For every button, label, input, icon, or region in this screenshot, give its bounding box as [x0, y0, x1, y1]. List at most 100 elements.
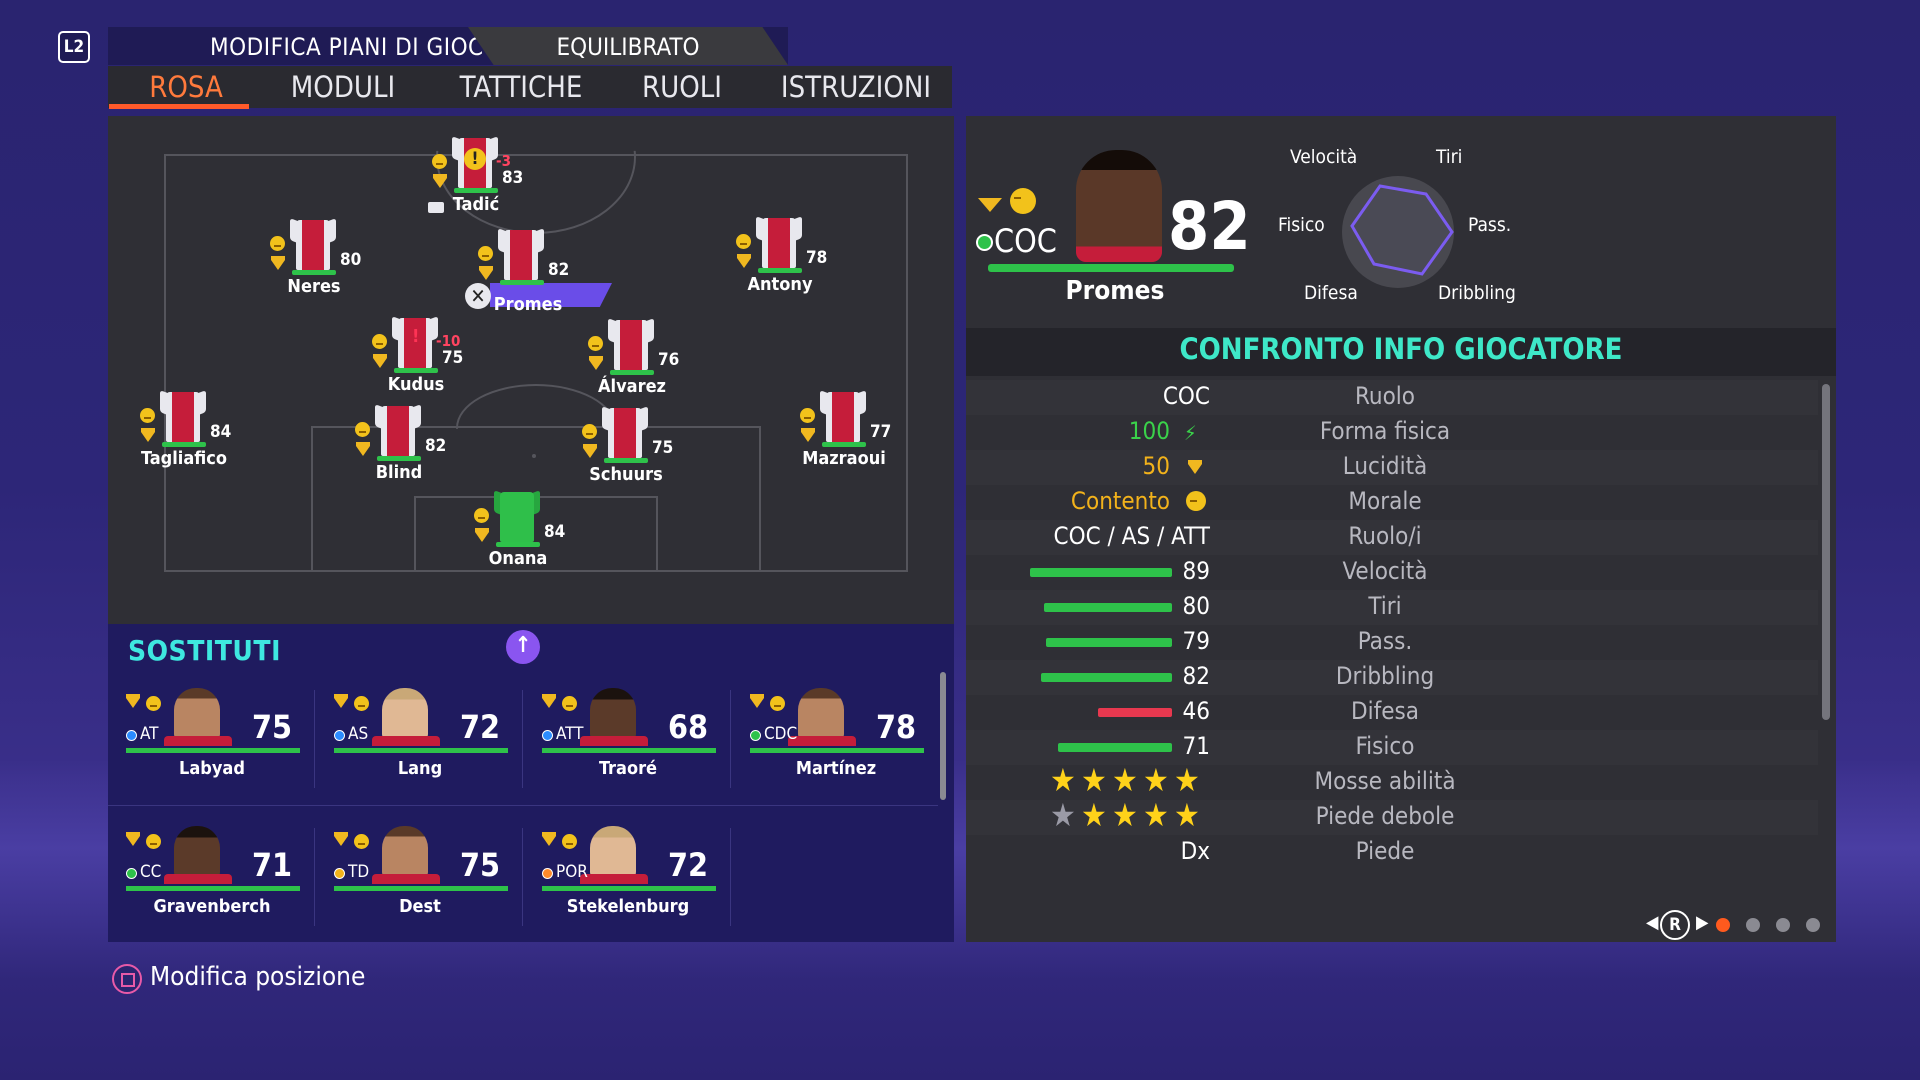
rating-bar [758, 268, 802, 273]
star-icon: ★ [1143, 761, 1169, 799]
sub-position: AT [140, 724, 159, 744]
rating-penalty-badge: -10 [436, 332, 461, 350]
tab-ruoli[interactable]: RUOLI [622, 70, 742, 104]
sharpness-icon [542, 832, 556, 846]
sub-rating: 75 [252, 708, 293, 746]
compare-row-label: Morale [1348, 487, 1422, 515]
pager-dot-2[interactable] [1746, 918, 1760, 932]
game-plan-mode[interactable]: EQUILIBRATO [468, 27, 788, 65]
star-icon: ★ [1112, 761, 1138, 799]
pitch-player[interactable]: 78 Antony [736, 210, 856, 320]
kit-collar [580, 874, 648, 884]
compare-row-value: 79 [1182, 627, 1210, 655]
position-dot-icon [334, 730, 345, 741]
morale-happy-icon [1010, 188, 1036, 214]
sub-player-card[interactable]: AS 72 Lang [320, 688, 520, 798]
morale-icon [562, 834, 577, 849]
pitch-player[interactable]: 77 Mazraoui [800, 384, 920, 494]
compare-row-value: 80 [1182, 592, 1210, 620]
sub-player-card[interactable]: POR 72 Stekelenburg [528, 826, 728, 936]
pitch-player[interactable]: 80 Neres [270, 212, 390, 322]
r-stick-icon[interactable]: R [1660, 910, 1690, 940]
sub-player-card[interactable]: AT 75 Labyad [112, 688, 312, 798]
subs-scrollbar[interactable] [940, 672, 946, 800]
card-position: COC [994, 222, 1057, 260]
player-portrait [590, 826, 636, 878]
compare-row-label: Forma fisica [1319, 417, 1451, 445]
morale-icon [270, 236, 285, 251]
sharpness-icon [589, 356, 603, 370]
player-rating: 83 [502, 168, 524, 188]
compare-row-label: Ruolo/i [1348, 522, 1422, 550]
position-dot-icon [126, 730, 137, 741]
morale-icon [562, 696, 577, 711]
morale-icon [432, 154, 447, 169]
player-rating: 76 [658, 350, 680, 370]
compare-scrollbar[interactable] [1822, 384, 1830, 720]
compare-row-label: Dribbling [1335, 662, 1435, 690]
rating-bar [542, 886, 716, 891]
tab-istruzioni[interactable]: ISTRUZIONI [776, 70, 936, 104]
morale-icon [146, 696, 161, 711]
footer-action-label[interactable]: Modifica posizione [150, 962, 365, 992]
sub-divider [522, 828, 523, 926]
rating-bar [162, 442, 206, 447]
compare-row-value: COC [1162, 382, 1210, 410]
compare-row-value: 100 [1128, 417, 1170, 445]
player-name: Neres [287, 276, 341, 297]
sub-player-card[interactable]: CC 71 Gravenberch [112, 826, 312, 936]
sharpness-gem-icon [1188, 460, 1202, 474]
player-portrait [382, 688, 428, 740]
sub-rating: 71 [252, 846, 293, 884]
star-icon: ★ [1174, 796, 1200, 834]
kit-collar [164, 736, 232, 746]
pager-left-arrow-icon[interactable]: ◀ [1646, 912, 1658, 933]
player-name: Tadić [452, 194, 500, 215]
pager-dot-4[interactable] [1806, 918, 1820, 932]
morale-icon [140, 408, 155, 423]
player-rating: 75 [442, 348, 464, 368]
stat-bar [1046, 638, 1172, 647]
morale-icon [372, 334, 387, 349]
sub-position: AS [348, 724, 369, 744]
pitch-player[interactable]: 82 Promes [478, 222, 598, 332]
kit-shirt-icon [494, 486, 540, 542]
pager-dot-1[interactable] [1716, 918, 1730, 932]
pitch-player[interactable]: 75 Schuurs [582, 400, 702, 510]
sub-player-card[interactable]: ATT 68 Traoré [528, 688, 728, 798]
tab-moduli[interactable]: MODULI [278, 70, 408, 104]
player-portrait [174, 688, 220, 740]
kit-shirt-icon [498, 224, 544, 280]
pitch-player[interactable]: 84 Onana [474, 484, 594, 594]
player-name: Onana [488, 548, 548, 569]
kit-collar [788, 736, 856, 746]
pager-dot-3[interactable] [1776, 918, 1790, 932]
rating-bar [542, 748, 716, 753]
sub-position: CC [140, 862, 162, 882]
pager-right-arrow-icon[interactable]: ▶ [1696, 912, 1708, 933]
sub-player-card[interactable]: CDC 78 Martínez [736, 688, 936, 798]
card-rating-bar [988, 264, 1234, 272]
player-rating: 82 [548, 260, 570, 280]
player-name: Blind [375, 462, 423, 483]
arrow-up-icon[interactable]: ↑ [506, 630, 540, 664]
kit-shirt-icon [820, 386, 866, 442]
morale-icon [588, 336, 603, 351]
tab-tattiche[interactable]: TATTICHE [446, 70, 596, 104]
pitch-player[interactable]: 84 Tagliafico [140, 384, 260, 494]
compare-row-value: 50 [1142, 452, 1170, 480]
star-icon: ★ [1112, 796, 1138, 834]
sub-player-card[interactable]: TD 75 Dest [320, 826, 520, 936]
morale-icon [474, 508, 489, 523]
compare-row-label: Velocità [1342, 557, 1428, 585]
l2-button-icon[interactable]: L2 [58, 31, 90, 63]
tab-rosa[interactable]: ROSA [122, 70, 250, 104]
radar-label-physical: Fisico [1278, 214, 1325, 236]
sub-position: ATT [556, 724, 584, 744]
sub-divider [314, 828, 315, 926]
square-button-icon[interactable] [112, 964, 142, 994]
star-icon: ★ [1143, 796, 1169, 834]
sub-divider [522, 690, 523, 788]
pitch-player[interactable]: 82 Blind [355, 398, 475, 508]
kit-shirt-icon [602, 402, 648, 458]
